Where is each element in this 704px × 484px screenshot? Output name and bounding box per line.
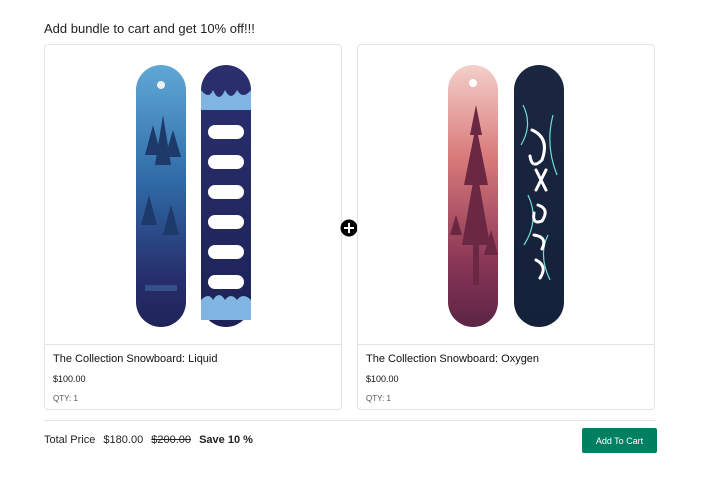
product-price: $100.00 — [366, 374, 399, 384]
snowboard-liquid-image — [136, 65, 251, 327]
product-price: $100.00 — [53, 374, 86, 384]
savings-badge: Save 10 % — [199, 434, 253, 446]
total-label: Total Price — [44, 434, 96, 446]
product-card-oxygen: The Collection Snowboard: Oxygen $100.00… — [357, 44, 655, 410]
qty-label: QTY: — [366, 394, 385, 403]
add-to-cart-button[interactable]: Add To Cart — [582, 428, 657, 453]
product-image-oxygen[interactable] — [358, 45, 654, 345]
snowboard-oxygen-image — [448, 65, 564, 327]
bundle-heading: Add bundle to cart and get 10% off!!! — [44, 21, 255, 36]
divider — [44, 420, 656, 421]
product-title[interactable]: The Collection Snowboard: Liquid — [53, 353, 218, 365]
qty-value: 1 — [386, 394, 391, 403]
product-image-liquid[interactable] — [45, 45, 341, 345]
plus-circle-icon — [340, 219, 358, 237]
total-price: $180.00 — [103, 434, 144, 446]
qty-value: 1 — [73, 394, 78, 403]
product-card-liquid: The Collection Snowboard: Liquid $100.00… — [44, 44, 342, 410]
qty-label: QTY: — [53, 394, 72, 403]
original-price: $200.00 — [151, 434, 192, 446]
bundle-total: Total Price $180.00 $200.00 Save 10 % — [44, 434, 258, 446]
product-qty: QTY: 1 — [366, 394, 391, 403]
product-qty: QTY: 1 — [53, 394, 78, 403]
product-title[interactable]: The Collection Snowboard: Oxygen — [366, 353, 539, 365]
